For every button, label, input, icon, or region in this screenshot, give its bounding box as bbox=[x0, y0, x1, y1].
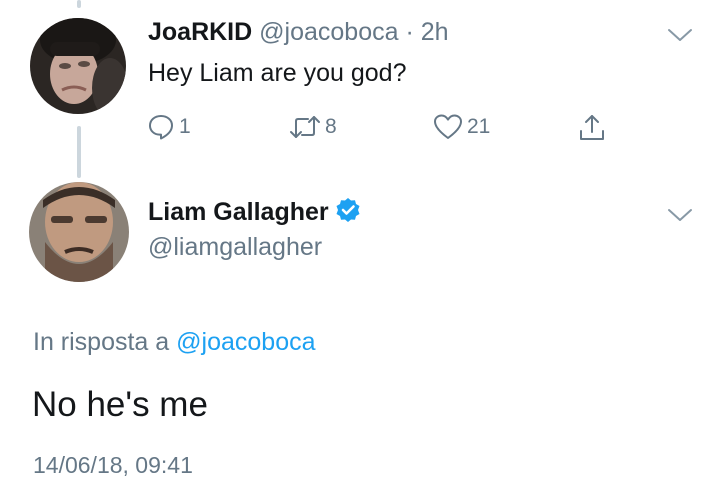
main-tweet-name-row: Liam Gallagher bbox=[148, 197, 361, 227]
thread-line-top bbox=[77, 0, 81, 8]
main-tweet-timestamp[interactable]: 14/06/18, 09:41 bbox=[33, 451, 193, 479]
share-icon bbox=[580, 115, 604, 140]
avatar-liamgallagher[interactable] bbox=[29, 182, 129, 282]
reply-tweet-header: JoaRKID @joacoboca · 2h bbox=[148, 17, 449, 47]
heart-icon bbox=[434, 114, 462, 139]
reply-handle[interactable]: @joacoboca bbox=[259, 18, 398, 46]
reply-context: In risposta a @joacoboca bbox=[33, 327, 316, 357]
chevron-down-icon[interactable] bbox=[667, 207, 693, 223]
share-action[interactable] bbox=[578, 112, 606, 142]
reply-context-prefix: In risposta a bbox=[33, 328, 170, 356]
reply-icon bbox=[149, 115, 173, 140]
reply-count: 1 bbox=[179, 115, 191, 138]
retweet-icon bbox=[290, 116, 320, 138]
reply-display-name[interactable]: JoaRKID bbox=[148, 18, 252, 46]
chevron-down-icon[interactable] bbox=[667, 27, 693, 43]
main-tweet-text: No he's me bbox=[32, 385, 208, 424]
reply-separator: · bbox=[405, 18, 414, 46]
like-action[interactable]: 21 bbox=[433, 112, 490, 142]
reply-context-mention[interactable]: @joacoboca bbox=[176, 328, 315, 356]
avatar-joarkid[interactable] bbox=[30, 18, 126, 114]
retweet-count: 8 bbox=[325, 115, 337, 138]
main-display-name[interactable]: Liam Gallagher bbox=[148, 198, 329, 226]
like-count: 21 bbox=[467, 115, 491, 138]
verified-badge-icon bbox=[336, 198, 360, 222]
reply-time[interactable]: 2h bbox=[421, 18, 449, 46]
reply-tweet-text: Hey Liam are you god? bbox=[148, 59, 407, 87]
retweet-action[interactable]: 8 bbox=[289, 112, 337, 142]
reply-action[interactable]: 1 bbox=[147, 112, 191, 142]
main-handle[interactable]: @liamgallagher bbox=[148, 232, 322, 262]
thread-line-middle bbox=[77, 126, 81, 178]
